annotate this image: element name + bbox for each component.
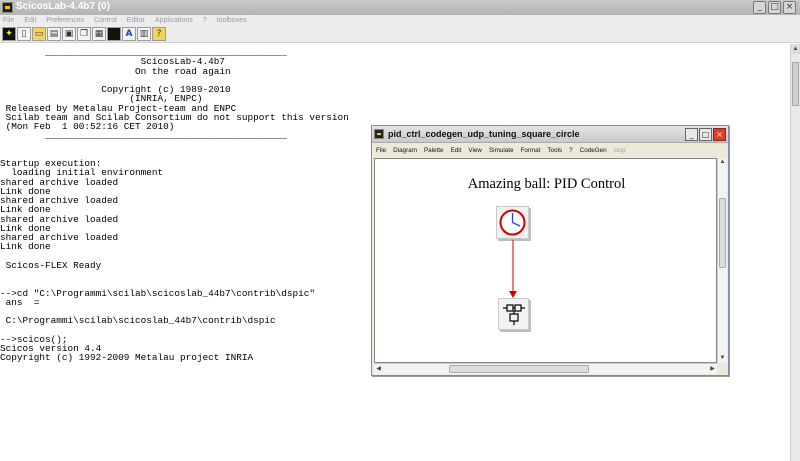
d-menu-stop[interactable]: stop xyxy=(614,147,626,154)
diagram-close-button[interactable]: × xyxy=(713,128,726,141)
console-line: On the road again xyxy=(0,65,231,77)
scicos-icon[interactable]: ✦ xyxy=(2,27,16,41)
diagram-hscroll-thumb[interactable] xyxy=(449,365,589,373)
menu-applications[interactable]: Applications xyxy=(155,17,193,24)
diagram-titlebar[interactable]: pid_ctrl_codegen_udp_tuning_square_circl… xyxy=(372,126,728,143)
d-menu-palette[interactable]: Palette xyxy=(424,147,444,154)
diagram-canvas[interactable]: Amazing ball: PID Control xyxy=(374,158,717,363)
console-line: C:\Programmi\scilab\scicoslab_44b7\contr… xyxy=(0,315,276,327)
maximize-button[interactable]: □ xyxy=(768,1,781,14)
console-line: ________________________________________… xyxy=(0,130,287,142)
save-icon[interactable]: ▣ xyxy=(62,27,76,41)
scicos-diagram-window: pid_ctrl_codegen_udp_tuning_square_circl… xyxy=(371,125,729,376)
d-menu-tools[interactable]: Tools xyxy=(547,147,562,154)
menu-editor[interactable]: Editor xyxy=(127,17,145,24)
menu-toolboxes[interactable]: toolboxes xyxy=(217,17,247,24)
diagram-horizontal-scrollbar[interactable]: ◀ ▶ xyxy=(374,363,717,374)
copy-icon[interactable]: ❐ xyxy=(77,27,91,41)
d-menu-edit[interactable]: Edit xyxy=(451,147,462,154)
scroll-thumb[interactable] xyxy=(792,62,799,106)
main-menubar: File Edit Preferences Control Editor App… xyxy=(0,15,800,26)
new-file-icon[interactable]: ▯ xyxy=(17,27,31,41)
minimize-button[interactable]: _ xyxy=(753,1,766,14)
d-menu-help[interactable]: ? xyxy=(569,147,573,154)
main-window-title: ScicosLab-4.4b7 (0) xyxy=(16,1,110,12)
d-menu-file[interactable]: File xyxy=(376,147,386,154)
scroll-right-icon[interactable]: ▶ xyxy=(708,364,717,374)
console-line: Scicos-FLEX Ready xyxy=(0,259,102,271)
superblock-icon xyxy=(503,304,525,325)
open-icon[interactable]: ▭ xyxy=(32,27,46,41)
d-menu-view[interactable]: View xyxy=(468,147,482,154)
superblock[interactable] xyxy=(498,298,529,330)
main-toolbar: ✦ ▯ ▭ ▤ ▣ ❐ ▦ A ▥ ? xyxy=(0,26,800,43)
diagram-maximize-button[interactable]: □ xyxy=(699,128,712,141)
diagram-vscroll-thumb[interactable] xyxy=(719,198,726,268)
console-line: -->cd "C:\Programmi\scilab\scicoslab_44b… xyxy=(0,287,316,299)
scicoslab-app-icon[interactable] xyxy=(2,2,13,13)
d-menu-simulate[interactable]: Simulate xyxy=(489,147,514,154)
scroll-left-icon[interactable]: ◀ xyxy=(374,364,383,374)
link-arrow-icon xyxy=(509,291,517,298)
diagram-vertical-scrollbar[interactable]: ▲ ▼ xyxy=(717,158,727,363)
scroll-up-icon[interactable]: ▲ xyxy=(791,44,800,54)
menu-help[interactable]: ? xyxy=(203,17,207,24)
console-icon[interactable] xyxy=(107,27,121,41)
diagram-menubar: File Diagram Palette Edit View Simulate … xyxy=(372,144,728,156)
diagram-minimize-button[interactable]: _ xyxy=(685,128,698,141)
d-menu-diagram[interactable]: Diagram xyxy=(393,147,417,154)
console-line: Link done xyxy=(0,241,51,253)
menu-preferences[interactable]: Preferences xyxy=(46,17,84,24)
console-scrollbar[interactable]: ▲ xyxy=(790,44,800,461)
console-line: Copyright (c) 1992-2009 Metalau project … xyxy=(0,352,254,364)
load-icon[interactable]: ▤ xyxy=(47,27,61,41)
close-button[interactable]: × xyxy=(783,1,796,14)
scroll-down-icon[interactable]: ▼ xyxy=(718,354,727,363)
diagram-window-title: pid_ctrl_codegen_udp_tuning_square_circl… xyxy=(388,129,580,139)
menu-control[interactable]: Control xyxy=(94,17,117,24)
paste-icon[interactable]: ▦ xyxy=(92,27,106,41)
activation-link[interactable] xyxy=(375,159,717,363)
menu-file[interactable]: File xyxy=(3,17,14,24)
scroll-up-icon[interactable]: ▲ xyxy=(718,158,727,167)
scicos-window-icon[interactable] xyxy=(374,129,384,139)
help-icon[interactable]: ? xyxy=(152,27,166,41)
d-menu-codegen[interactable]: CodeGen xyxy=(580,147,607,154)
menu-edit[interactable]: Edit xyxy=(24,17,36,24)
console-line: ans = xyxy=(0,296,40,308)
d-menu-format[interactable]: Format xyxy=(520,147,540,154)
main-titlebar[interactable]: ScicosLab-4.4b7 (0) _ □ × xyxy=(0,0,800,15)
print-icon[interactable]: ▥ xyxy=(137,27,151,41)
font-icon[interactable]: A xyxy=(122,27,136,41)
